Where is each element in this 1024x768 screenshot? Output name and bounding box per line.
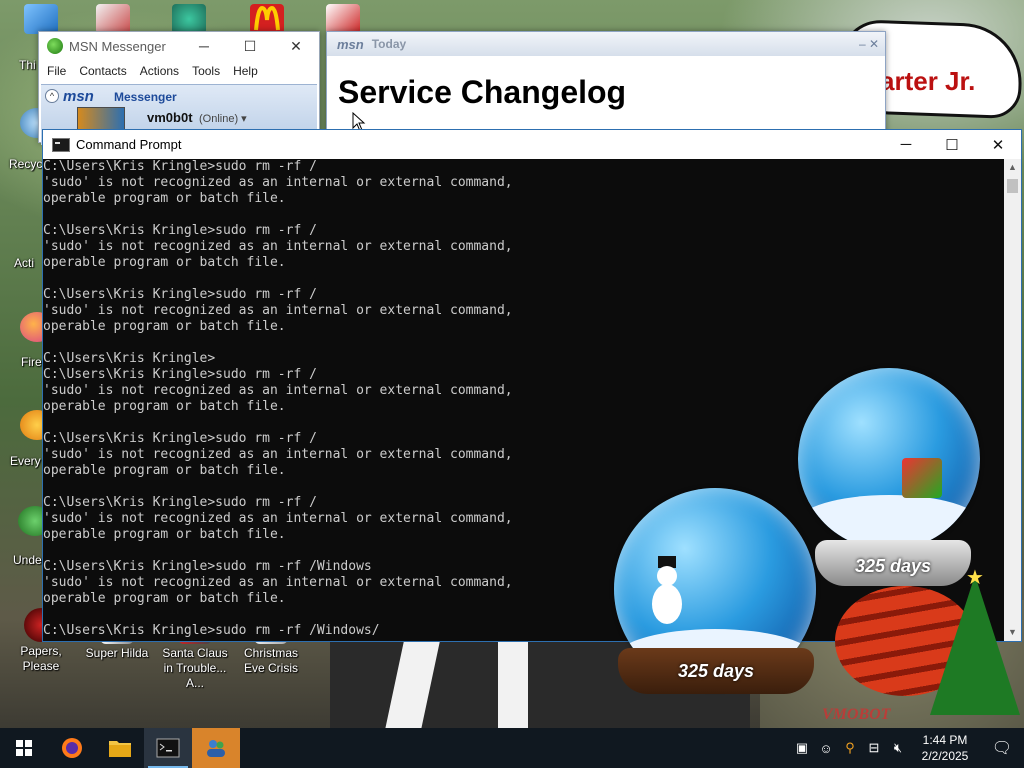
desktop-icon-app[interactable] [96,4,130,34]
desktop-icon-label[interactable]: Every [10,454,41,468]
globe-small-base: 325 days [618,648,814,694]
sign-text: arter Jr. [880,66,976,96]
desktop-icon-label[interactable]: Acti [14,256,34,270]
menu-file[interactable]: File [47,64,66,78]
windows-logo-icon [16,740,32,756]
desktop-icon-label[interactable]: Fire [21,355,42,369]
taskbar-command-prompt[interactable] [144,728,192,768]
scroll-up-icon[interactable]: ▲ [1004,159,1021,176]
collapse-icon[interactable]: ^ [45,89,59,103]
desktop-icon-label: Christmas Eve Crisis [243,646,298,675]
menu-contacts[interactable]: Contacts [79,64,126,78]
star-icon: ★ [966,567,984,589]
msn-window-title: MSN Messenger [69,38,166,54]
start-button[interactable] [0,728,48,768]
desktop-icon-mcdonalds[interactable] [250,4,284,34]
m-logo-icon [254,5,280,31]
today-window-controls[interactable]: – ✕ [859,37,879,51]
msn-username[interactable]: vm0b0t [147,110,193,125]
desktop-icon-pc[interactable] [24,4,58,34]
notification-icon[interactable]: 🗨︎ [980,728,1024,768]
cmd-icon [52,137,70,152]
maximize-button[interactable]: ☐ [227,38,273,55]
cmd-window-title: Command Prompt [76,137,182,152]
msn-titlebar[interactable]: MSN Messenger ─ ☐ ✕ [39,32,319,60]
security-icon[interactable]: ▣ [790,728,814,768]
taskbar-people[interactable] [192,728,240,768]
clock-time: 1:44 PM [922,733,968,747]
menu-help[interactable]: Help [233,64,258,78]
desktop-icon-label: Santa Claus in Trouble... A... [162,646,228,690]
christmas-tree-icon [930,575,1020,715]
taskbar-firefox[interactable] [48,728,96,768]
avatar[interactable] [77,107,125,131]
menu-tools[interactable]: Tools [192,64,220,78]
close-button[interactable]: ✕ [273,38,319,55]
menu-actions[interactable]: Actions [140,64,179,78]
snow-globe-large[interactable] [798,368,980,550]
desktop-icon-label: Papers, Please [20,644,62,673]
msn-today-window[interactable]: msn Today – ✕ Service Changelog [326,31,886,143]
taskbar-clock[interactable]: 1:44 PM 2/2/2025 [910,732,980,764]
terminal-icon [156,738,180,758]
snowman-icon [652,556,682,626]
vertical-scrollbar[interactable]: ▲ ▼ [1004,159,1021,641]
maximize-button[interactable]: ☐ [929,130,975,159]
today-title: Today [371,37,407,51]
clock-date: 2/2/2025 [921,749,969,763]
msn-logo: msn [63,88,94,105]
status-dropdown[interactable]: (Online) ▾ [199,112,247,125]
system-tray: ▣ ☺ ⚲ ⊟ 🔇︎ 1:44 PM 2/2/2025 🗨︎ [790,728,1024,768]
minimize-button[interactable]: ─ [181,38,227,55]
people-icon [207,740,225,757]
firefox-icon [62,738,82,758]
desktop-icon-santa[interactable] [326,4,360,34]
folder-icon [109,741,131,757]
close-button[interactable]: ✕ [975,130,1021,159]
msn-buddy-icon [47,38,63,54]
search-icon[interactable]: ⚲ [838,728,862,768]
page-title: Service Changelog [338,74,627,110]
msn-messenger-window[interactable]: MSN Messenger ─ ☐ ✕ File Contacts Action… [38,31,320,145]
desktop-icon-label[interactable]: Recyc [9,157,42,171]
cmd-titlebar[interactable]: Command Prompt ─ ☐ ✕ [43,130,1021,159]
watermark-text: VMOBOT [822,706,891,723]
volume-muted-icon[interactable]: 🔇︎ [886,728,910,768]
scroll-thumb[interactable] [1007,179,1018,193]
minimize-button[interactable]: ─ [883,130,929,159]
msn-brand-word: Messenger [114,90,177,104]
network-icon[interactable]: ⊟ [862,728,886,768]
wallpaper-stripe [498,638,528,728]
gift-icon [902,458,942,498]
today-titlebar[interactable]: msn Today – ✕ [327,32,885,56]
desktop-icon-label: Super Hilda [85,646,149,660]
today-msn-logo: msn [337,36,364,52]
desktop-icon-label[interactable]: Unde [13,553,42,567]
desktop-icon-game[interactable] [172,4,206,34]
taskbar: ▣ ☺ ⚲ ⊟ 🔇︎ 1:44 PM 2/2/2025 🗨︎ [0,728,1024,768]
desktop-icon-label[interactable]: Thi [19,58,36,72]
taskbar-file-explorer[interactable] [96,728,144,768]
msn-menubar: File Contacts Actions Tools Help [39,60,319,82]
people-tray-icon[interactable]: ☺ [814,728,838,768]
